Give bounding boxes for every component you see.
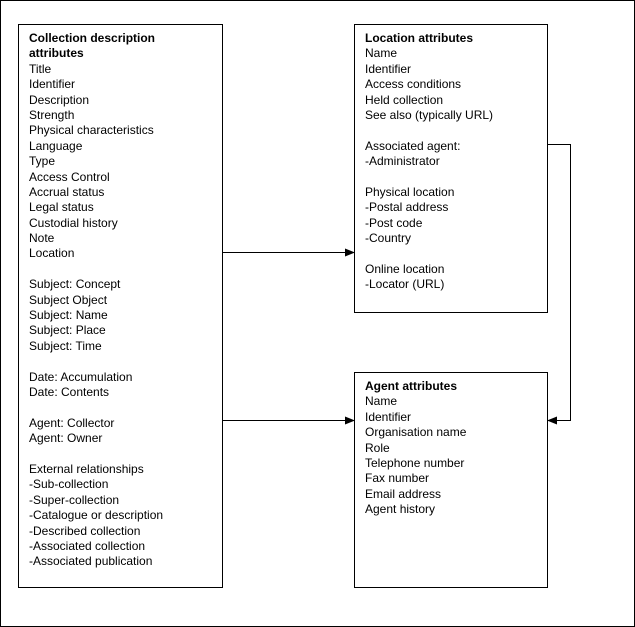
attribute-item: -Catalogue or description — [29, 508, 164, 523]
attribute-item: Identifier — [29, 77, 76, 92]
attribute-item: Date: Accumulation — [29, 369, 133, 384]
attribute-item: See also (typically URL) — [365, 107, 494, 122]
attribute-item: Online location — [365, 261, 445, 276]
attribute-item: -Described collection — [29, 523, 141, 538]
attribute-item: Language — [29, 138, 83, 153]
attribute-item: Subject: Time — [29, 338, 102, 353]
box-title: attributes — [29, 46, 84, 61]
attribute-item: Subject Object — [29, 292, 108, 307]
location-attributes-box: Location attributes Name Identifier Access … — [354, 24, 548, 313]
attribute-item: -Postal address — [365, 200, 449, 215]
agent-attributes-box: Agent attributes Name Identifier Organisati… — [354, 372, 548, 588]
attribute-item: Subject: Place — [29, 323, 106, 338]
attribute-item: -Country — [365, 231, 412, 246]
attribute-item: Identifier — [365, 61, 412, 76]
attribute-item: Note — [29, 231, 55, 246]
box-title: Collection description — [29, 31, 156, 45]
attribute-item: External relationships — [29, 461, 144, 476]
attribute-item: Fax number — [365, 471, 430, 486]
attribute-item: Organisation name — [365, 425, 467, 440]
attribute-item: -Sub-collection — [29, 477, 109, 492]
attribute-item: Title — [29, 61, 52, 76]
attribute-item: Accrual status — [29, 184, 105, 199]
attribute-item: -Locator (URL) — [365, 277, 445, 292]
attribute-item: Location — [29, 246, 75, 261]
attribute-item: -Super-collection — [29, 492, 120, 507]
attribute-item: Strength — [29, 107, 75, 122]
attribute-item: Subject: Concept — [29, 277, 121, 292]
attribute-item: Date: Contents — [29, 384, 110, 399]
attribute-item: Legal status — [29, 200, 94, 215]
attribute-item: -Post code — [365, 215, 423, 230]
attribute-item: Name — [365, 394, 398, 409]
attribute-item: -Associated publication — [29, 554, 153, 569]
attribute-item: Agent history — [365, 502, 436, 517]
attribute-item: Email address — [365, 486, 442, 501]
box-title: Agent attributes — [365, 379, 458, 393]
attribute-item: Type — [29, 154, 56, 169]
attribute-item: Agent: Owner — [29, 431, 103, 446]
attribute-item: Access Control — [29, 169, 110, 184]
attribute-item: -Associated collection — [29, 538, 146, 553]
attribute-item: Telephone number — [365, 455, 465, 470]
attribute-item: Name — [365, 46, 398, 61]
collection-description-box: Collection description attributes Title Ide… — [18, 24, 223, 588]
attribute-item: Identifier — [365, 409, 412, 424]
attribute-item: Physical characteristics — [29, 123, 154, 138]
attribute-item: Physical location — [365, 184, 455, 199]
attribute-item: Role — [365, 440, 390, 455]
attribute-item: Description — [29, 92, 90, 107]
attribute-item: Subject: Name — [29, 308, 108, 323]
attribute-item: Agent: Collector — [29, 415, 115, 430]
arrow-location-to-agent — [547, 144, 571, 425]
attribute-item: -Administrator — [365, 154, 440, 169]
attribute-item: Custodial history — [29, 215, 118, 230]
attribute-item: Held collection — [365, 92, 444, 107]
box-title: Location attributes — [365, 31, 474, 45]
attribute-item: Associated agent: — [365, 138, 461, 153]
attribute-item: Access conditions — [365, 77, 462, 92]
